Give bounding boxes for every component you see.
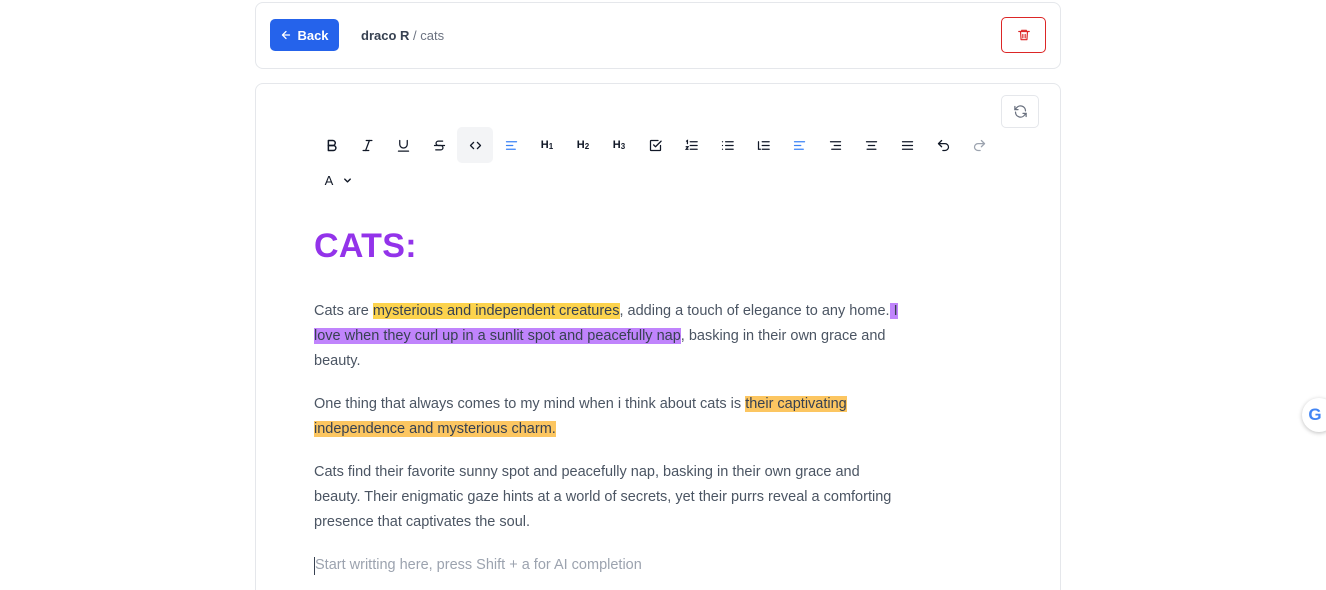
bullet-list-button[interactable] bbox=[709, 127, 745, 163]
refresh-icon bbox=[1013, 105, 1027, 118]
text-align-center-button[interactable] bbox=[853, 127, 889, 163]
align-left-button[interactable] bbox=[493, 127, 529, 163]
document-content[interactable]: CATS: Cats are mysterious and independen… bbox=[314, 224, 904, 578]
breadcrumb-owner[interactable]: draco R bbox=[361, 28, 409, 43]
redo-button[interactable] bbox=[961, 127, 997, 163]
paragraph-2: One thing that always comes to my mind w… bbox=[314, 396, 847, 437]
paragraph-1: Cats are mysterious and independent crea… bbox=[314, 303, 898, 369]
bold-button[interactable] bbox=[313, 127, 349, 163]
text-align-right-icon bbox=[829, 140, 841, 150]
refresh-button[interactable] bbox=[1001, 95, 1039, 128]
paragraph-3: Cats find their favorite sunny spot and … bbox=[314, 464, 892, 530]
redo-icon bbox=[973, 139, 985, 151]
editor-card: H1 H2 H3 A CATS: Cats are mysterious and… bbox=[255, 83, 1061, 590]
delete-button[interactable] bbox=[1001, 17, 1046, 53]
editor-input-placeholder[interactable]: Start writting here, press Shift + a for… bbox=[314, 553, 904, 578]
checkbox-icon bbox=[649, 139, 662, 151]
underline-icon bbox=[397, 139, 409, 152]
code-icon bbox=[469, 141, 481, 149]
strikethrough-icon bbox=[433, 140, 445, 150]
text-color-label: A bbox=[324, 172, 334, 188]
heading-3-button[interactable]: H3 bbox=[601, 127, 637, 163]
trash-icon bbox=[1017, 29, 1030, 41]
toolbar-row-2: A bbox=[313, 163, 1013, 198]
bold-icon bbox=[327, 139, 337, 151]
heading-2-icon: H2 bbox=[576, 139, 590, 151]
undo-icon bbox=[937, 139, 949, 151]
indent-list-button[interactable] bbox=[745, 127, 781, 163]
chevron-down-icon bbox=[344, 177, 352, 183]
google-extension-badge[interactable]: G bbox=[1302, 398, 1326, 432]
ordered-list-icon bbox=[684, 138, 698, 150]
top-bar: Back draco R / cats bbox=[255, 2, 1061, 69]
heading-1-button[interactable]: H1 bbox=[529, 127, 565, 163]
back-button[interactable]: Back bbox=[270, 19, 339, 51]
task-list-button[interactable] bbox=[637, 127, 673, 163]
text-justify-button[interactable] bbox=[889, 127, 925, 163]
text-align-right-button[interactable] bbox=[817, 127, 853, 163]
heading-2-button[interactable]: H2 bbox=[565, 127, 601, 163]
text-caret bbox=[314, 557, 315, 575]
bullet-list-icon bbox=[721, 140, 734, 150]
text-justify-icon bbox=[901, 140, 913, 150]
toolbar-row: H1 H2 H3 bbox=[313, 127, 1013, 163]
text-align-center-icon bbox=[865, 140, 877, 150]
strikethrough-button[interactable] bbox=[421, 127, 457, 163]
breadcrumb-separator: / bbox=[409, 28, 421, 43]
indent-list-icon bbox=[757, 140, 770, 150]
italic-icon bbox=[362, 139, 372, 151]
heading-3-icon: H3 bbox=[612, 139, 626, 151]
undo-button[interactable] bbox=[925, 127, 961, 163]
code-button[interactable] bbox=[457, 127, 493, 163]
text-color-select[interactable]: A bbox=[313, 162, 365, 198]
google-icon: G bbox=[1308, 405, 1322, 424]
back-button-label: Back bbox=[297, 27, 329, 43]
ordered-list-button[interactable] bbox=[673, 127, 709, 163]
align-left-icon bbox=[505, 140, 517, 150]
breadcrumb-page: cats bbox=[420, 28, 445, 43]
highlight-yellow: mysterious and independent creatures bbox=[372, 303, 620, 319]
document-title: CATS: bbox=[314, 227, 417, 265]
heading-1-icon: H1 bbox=[540, 139, 554, 151]
text-align-left-icon bbox=[793, 140, 805, 150]
formatting-toolbar: H1 H2 H3 A bbox=[313, 127, 1013, 198]
breadcrumb: draco R / cats bbox=[361, 28, 444, 43]
italic-button[interactable] bbox=[349, 127, 385, 163]
underline-button[interactable] bbox=[385, 127, 421, 163]
arrow-left-icon bbox=[282, 30, 291, 40]
text-align-left-button[interactable] bbox=[781, 127, 817, 163]
